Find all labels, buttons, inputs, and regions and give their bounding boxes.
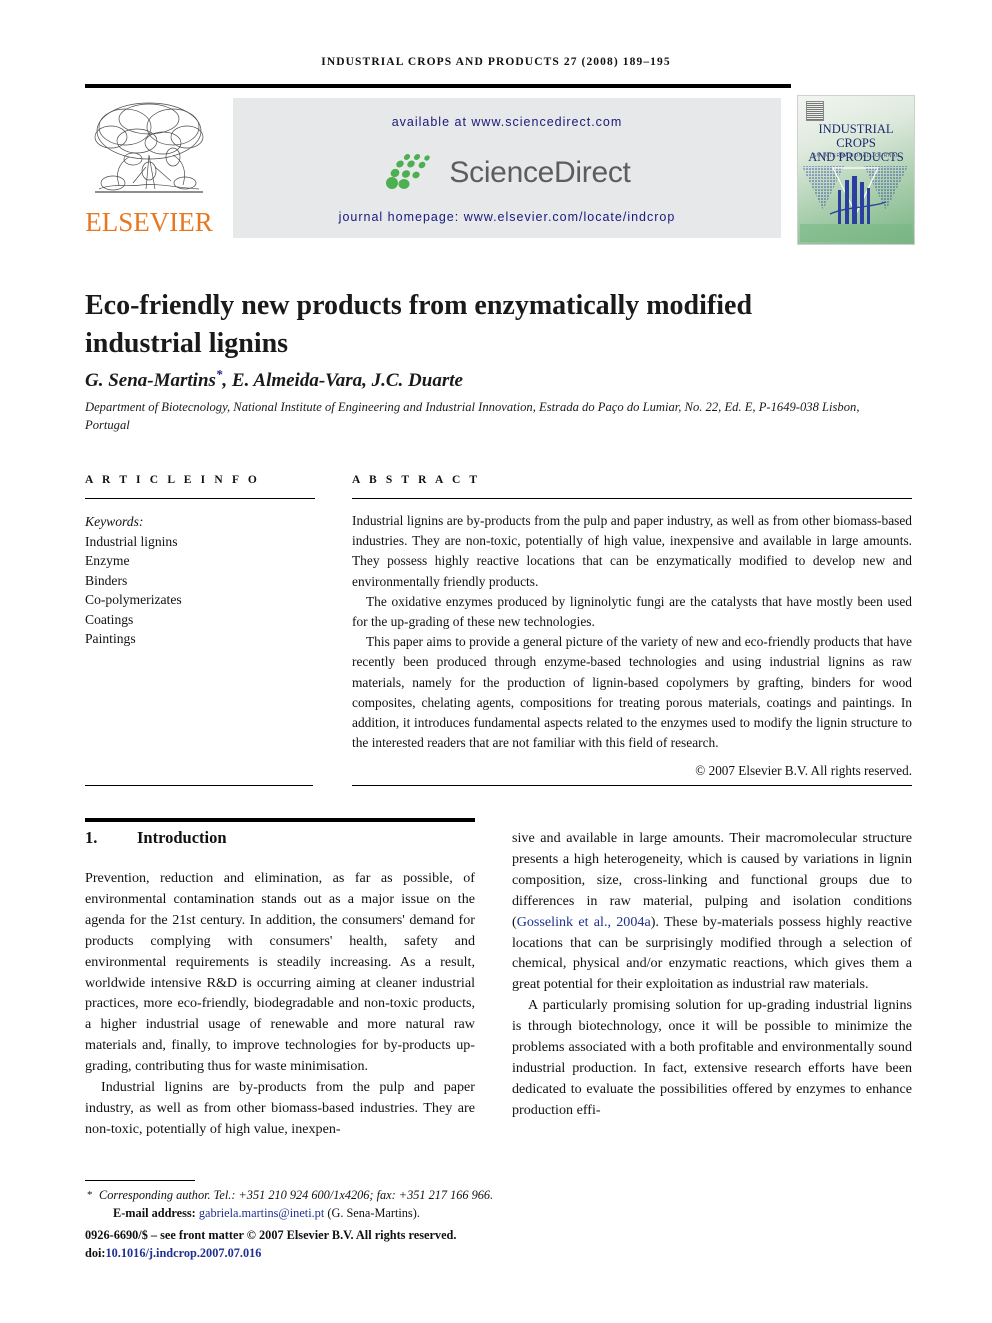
corresponding-author-note: * Corresponding author. Tel.: +351 210 92…: [85, 1187, 585, 1205]
abstract-body: Industrial lignins are by-products from …: [352, 511, 912, 753]
author-list: G. Sena-Martins*, E. Almeida-Vara, J.C. …: [85, 367, 825, 392]
cover-title-line1: INDUSTRIAL CROPS: [818, 122, 894, 150]
body-paragraph: Industrial lignins are by-products from …: [85, 1079, 475, 1137]
keyword-item: Coatings: [85, 611, 134, 627]
elsevier-wordmark: ELSEVIER: [85, 207, 213, 237]
body-text-left: Prevention, reduction and elimination, a…: [85, 868, 475, 1140]
page-title: Eco-friendly new products from enzymatic…: [85, 289, 753, 359]
author-names: G. Sena-Martins*, E. Almeida-Vara, J.C. …: [85, 367, 463, 392]
abstract-column: A B S T R A C T Industrial lignins are b…: [352, 474, 912, 779]
body-text-right: sive and available in large amounts. The…: [512, 828, 912, 1121]
issn-line: 0926-6690/$ – see front matter © 2007 El…: [85, 1228, 457, 1242]
top-divider-rule: [85, 84, 791, 88]
journal-article-page: Industrial Crops and Products 27 (2008) …: [0, 0, 992, 1323]
body-paragraph: sive and available in large amounts. The…: [512, 828, 912, 995]
doi-label: doi:: [85, 1245, 106, 1260]
elsevier-tree-svg: [94, 102, 204, 193]
abstract-rule: [352, 498, 912, 499]
article-info-heading: A R T I C L E I N F O: [85, 474, 260, 486]
sciencedirect-logo[interactable]: ScienceDirect: [233, 150, 781, 196]
elsevier-tree-icon: [89, 97, 209, 205]
doi-link[interactable]: 10.1016/j.indcrop.2007.07.016: [106, 1246, 262, 1260]
abstract-heading: A B S T R A C T: [352, 474, 481, 486]
abstract-paragraph: The oxidative enzymes produced by lignin…: [352, 593, 912, 630]
article-info-rule: [85, 498, 315, 499]
sciencedirect-wordmark: ScienceDirect: [449, 156, 631, 189]
affiliation: Department of Biotecnology, National Ins…: [85, 400, 860, 432]
body-paragraph: Prevention, reduction and elimination, a…: [85, 870, 475, 1075]
sciencedirect-leaves-icon: [386, 154, 431, 189]
keyword-item: Paintings: [85, 631, 136, 646]
available-at-text[interactable]: available at www.sciencedirect.com: [233, 115, 781, 129]
cover-subtitle: AN INTERNATIONAL JOURNAL: [812, 153, 900, 159]
abstract-paragraph: This paper aims to provide a general pic…: [352, 634, 912, 751]
section-number: 1.: [85, 828, 98, 847]
copyright-line: © 2007 Elsevier B.V. All rights reserved…: [695, 763, 912, 779]
journal-homepage-text[interactable]: journal homepage: www.elsevier.com/locat…: [233, 210, 781, 224]
cover-elsevier-mark-icon: [806, 101, 824, 121]
email-link[interactable]: gabriela.martins@ineti.pt: [199, 1206, 324, 1220]
email-label: E-mail address:: [113, 1205, 196, 1220]
keyword-item: Industrial lignins: [85, 533, 178, 549]
keyword-item: Enzyme: [85, 553, 130, 568]
cover-artwork-icon: [800, 166, 912, 242]
body-top-rule: [85, 818, 475, 822]
corresponding-star: *: [87, 1189, 93, 1201]
doi-line: doi:10.1016/j.indcrop.2007.07.016: [85, 1245, 585, 1263]
abstract-paragraph: Industrial lignins are by-products from …: [352, 513, 912, 589]
body-column-right: sive and available in large amounts. The…: [512, 828, 912, 1121]
email-owner: (G. Sena-Martins).: [327, 1205, 420, 1220]
body-column-left: 1. Introduction Prevention, reduction and…: [85, 828, 475, 1140]
running-head: Industrial Crops and Products 27 (2008) …: [321, 56, 671, 68]
keywords-block: Keywords: Industrial lignins Enzyme Bind…: [85, 512, 315, 649]
citation-link[interactable]: Gosselink et al., 2004a: [517, 914, 651, 930]
section-heading-introduction: 1. Introduction: [85, 828, 475, 848]
footnote-rule: [85, 1180, 195, 1181]
email-note: E-mail address: gabriela.martins@ineti.p…: [85, 1205, 585, 1223]
abstract-bottom-rule: [352, 785, 912, 786]
info-bottom-rule: [85, 785, 313, 786]
journal-cover-thumbnail[interactable]: INDUSTRIAL CROPS AND PRODUCTS AN INTERNA…: [797, 95, 915, 245]
body-paragraph: A particularly promising solution for up…: [512, 997, 912, 1118]
corresponding-author-text: Corresponding author. Tel.: +351 210 924…: [99, 1188, 494, 1202]
sciencedirect-band: available at www.sciencedirect.com Scien…: [233, 98, 781, 238]
section-title: Introduction: [137, 828, 227, 847]
article-info-column: A R T I C L E I N F O Keywords: Industri…: [85, 474, 315, 649]
keywords-label: Keywords:: [85, 514, 144, 529]
elsevier-logo: ELSEVIER: [85, 95, 213, 243]
masthead: ELSEVIER available at www.sciencedirect.…: [85, 95, 915, 245]
keyword-item: Binders: [85, 572, 128, 588]
keyword-item: Co-polymerizates: [85, 592, 182, 607]
footnote-block: * Corresponding author. Tel.: +351 210 92…: [85, 1187, 585, 1262]
